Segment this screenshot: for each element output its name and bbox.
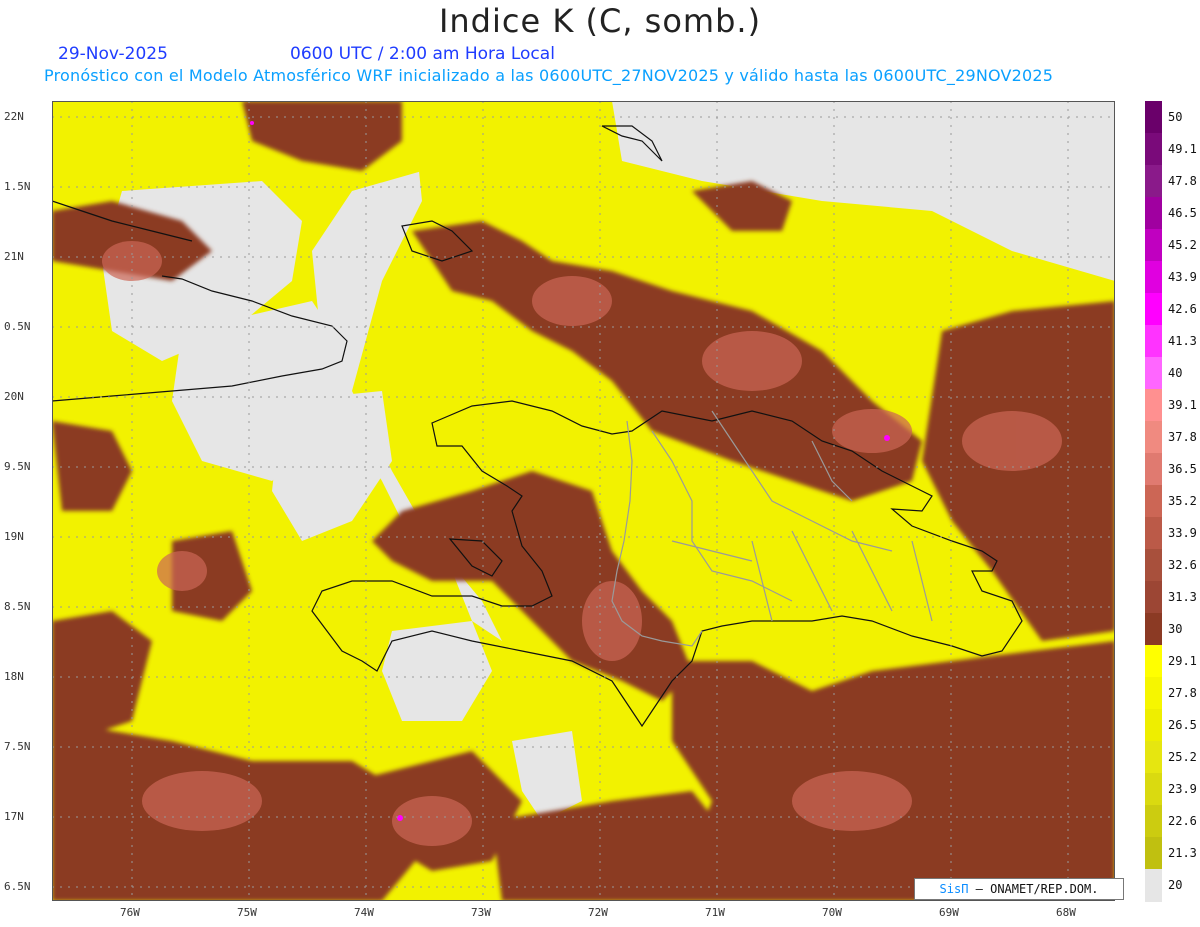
colorbar-segment <box>1145 805 1162 838</box>
lon-label: 71W <box>705 906 725 919</box>
colorbar-label: 46.5 <box>1168 206 1197 220</box>
credit-box: SisΠ – ONAMET/REP.DOM. <box>914 878 1124 900</box>
colorbar-label: 21.3 <box>1168 846 1197 860</box>
colorbar-segment <box>1145 325 1162 358</box>
colorbar-segment <box>1145 773 1162 806</box>
colorbar-segment <box>1145 101 1162 134</box>
colorbar-label: 43.9 <box>1168 270 1197 284</box>
colorbar-label: 37.8 <box>1168 430 1197 444</box>
colorbar-segment <box>1145 453 1162 486</box>
lat-label: 17N <box>4 810 24 823</box>
colorbar-segment <box>1145 709 1162 742</box>
colorbar-label: 26.5 <box>1168 718 1197 732</box>
lat-label: 6.5N <box>4 880 31 893</box>
colorbar-segment <box>1145 485 1162 518</box>
colorbar-segment <box>1145 229 1162 262</box>
colorbar-segment <box>1145 293 1162 326</box>
lat-label: 8.5N <box>4 600 31 613</box>
lon-label: 74W <box>354 906 374 919</box>
lat-label: 22N <box>4 110 24 123</box>
lat-label: 0.5N <box>4 320 31 333</box>
colorbar-label: 27.8 <box>1168 686 1197 700</box>
colorbar-segment <box>1145 837 1162 870</box>
lat-label: 9.5N <box>4 460 31 473</box>
sisp-logo-text: SisΠ <box>939 882 969 896</box>
colorbar-segment <box>1145 677 1162 710</box>
colorbar-segment <box>1145 261 1162 294</box>
lon-label: 69W <box>939 906 959 919</box>
colorbar-label: 25.2 <box>1168 750 1197 764</box>
colorbar-segment <box>1145 549 1162 582</box>
lon-label: 73W <box>471 906 491 919</box>
colorbar-label: 33.9 <box>1168 526 1197 540</box>
colorbar-segment <box>1145 581 1162 614</box>
forecast-date: 29-Nov-2025 <box>58 44 168 64</box>
lat-label: 1.5N <box>4 180 31 193</box>
map-title: Indice K (C, somb.) <box>438 2 762 40</box>
colorbar-segment <box>1145 389 1162 422</box>
colorbar-label: 45.2 <box>1168 238 1197 252</box>
colorbar-segment <box>1145 869 1162 902</box>
forecast-time: 0600 UTC / 2:00 am Hora Local <box>290 44 555 64</box>
colorbar-label: 36.5 <box>1168 462 1197 476</box>
lon-label: 70W <box>822 906 842 919</box>
colorbar-label: 32.6 <box>1168 558 1197 572</box>
lat-label: 7.5N <box>4 740 31 753</box>
colorbar-label: 35.2 <box>1168 494 1197 508</box>
credit-text: – ONAMET/REP.DOM. <box>968 882 1099 896</box>
colorbar-label: 42.6 <box>1168 302 1197 316</box>
colorbar-segment <box>1145 517 1162 550</box>
colorbar-label: 31.3 <box>1168 590 1197 604</box>
colorbar-label: 20 <box>1168 878 1183 892</box>
lon-label: 76W <box>120 906 140 919</box>
colorbar-label: 40 <box>1168 366 1183 380</box>
colorbar <box>1145 101 1162 902</box>
colorbar-segment <box>1145 741 1162 774</box>
colorbar-segment <box>1145 165 1162 198</box>
lat-label: 21N <box>4 250 24 263</box>
colorbar-segment <box>1145 421 1162 454</box>
colorbar-label: 30 <box>1168 622 1183 636</box>
lat-label: 18N <box>4 670 24 683</box>
k-index-map <box>52 101 1115 901</box>
colorbar-label: 49.1 <box>1168 142 1197 156</box>
colorbar-segment <box>1145 613 1162 646</box>
colorbar-label: 50 <box>1168 110 1183 124</box>
colorbar-label: 47.8 <box>1168 174 1197 188</box>
lon-label: 75W <box>237 906 257 919</box>
colorbar-segment <box>1145 133 1162 166</box>
colorbar-segment <box>1145 645 1162 678</box>
colorbar-label: 41.3 <box>1168 334 1197 348</box>
lon-label: 72W <box>588 906 608 919</box>
lon-label: 68W <box>1056 906 1076 919</box>
colorbar-label: 29.1 <box>1168 654 1197 668</box>
colorbar-label: 39.1 <box>1168 398 1197 412</box>
forecast-subtitle: Pronóstico con el Modelo Atmosférico WRF… <box>44 66 1054 85</box>
colorbar-segment <box>1145 197 1162 230</box>
lat-label: 19N <box>4 530 24 543</box>
colorbar-label: 22.6 <box>1168 814 1197 828</box>
lat-label: 20N <box>4 390 24 403</box>
colorbar-segment <box>1145 357 1162 390</box>
colorbar-label: 23.9 <box>1168 782 1197 796</box>
